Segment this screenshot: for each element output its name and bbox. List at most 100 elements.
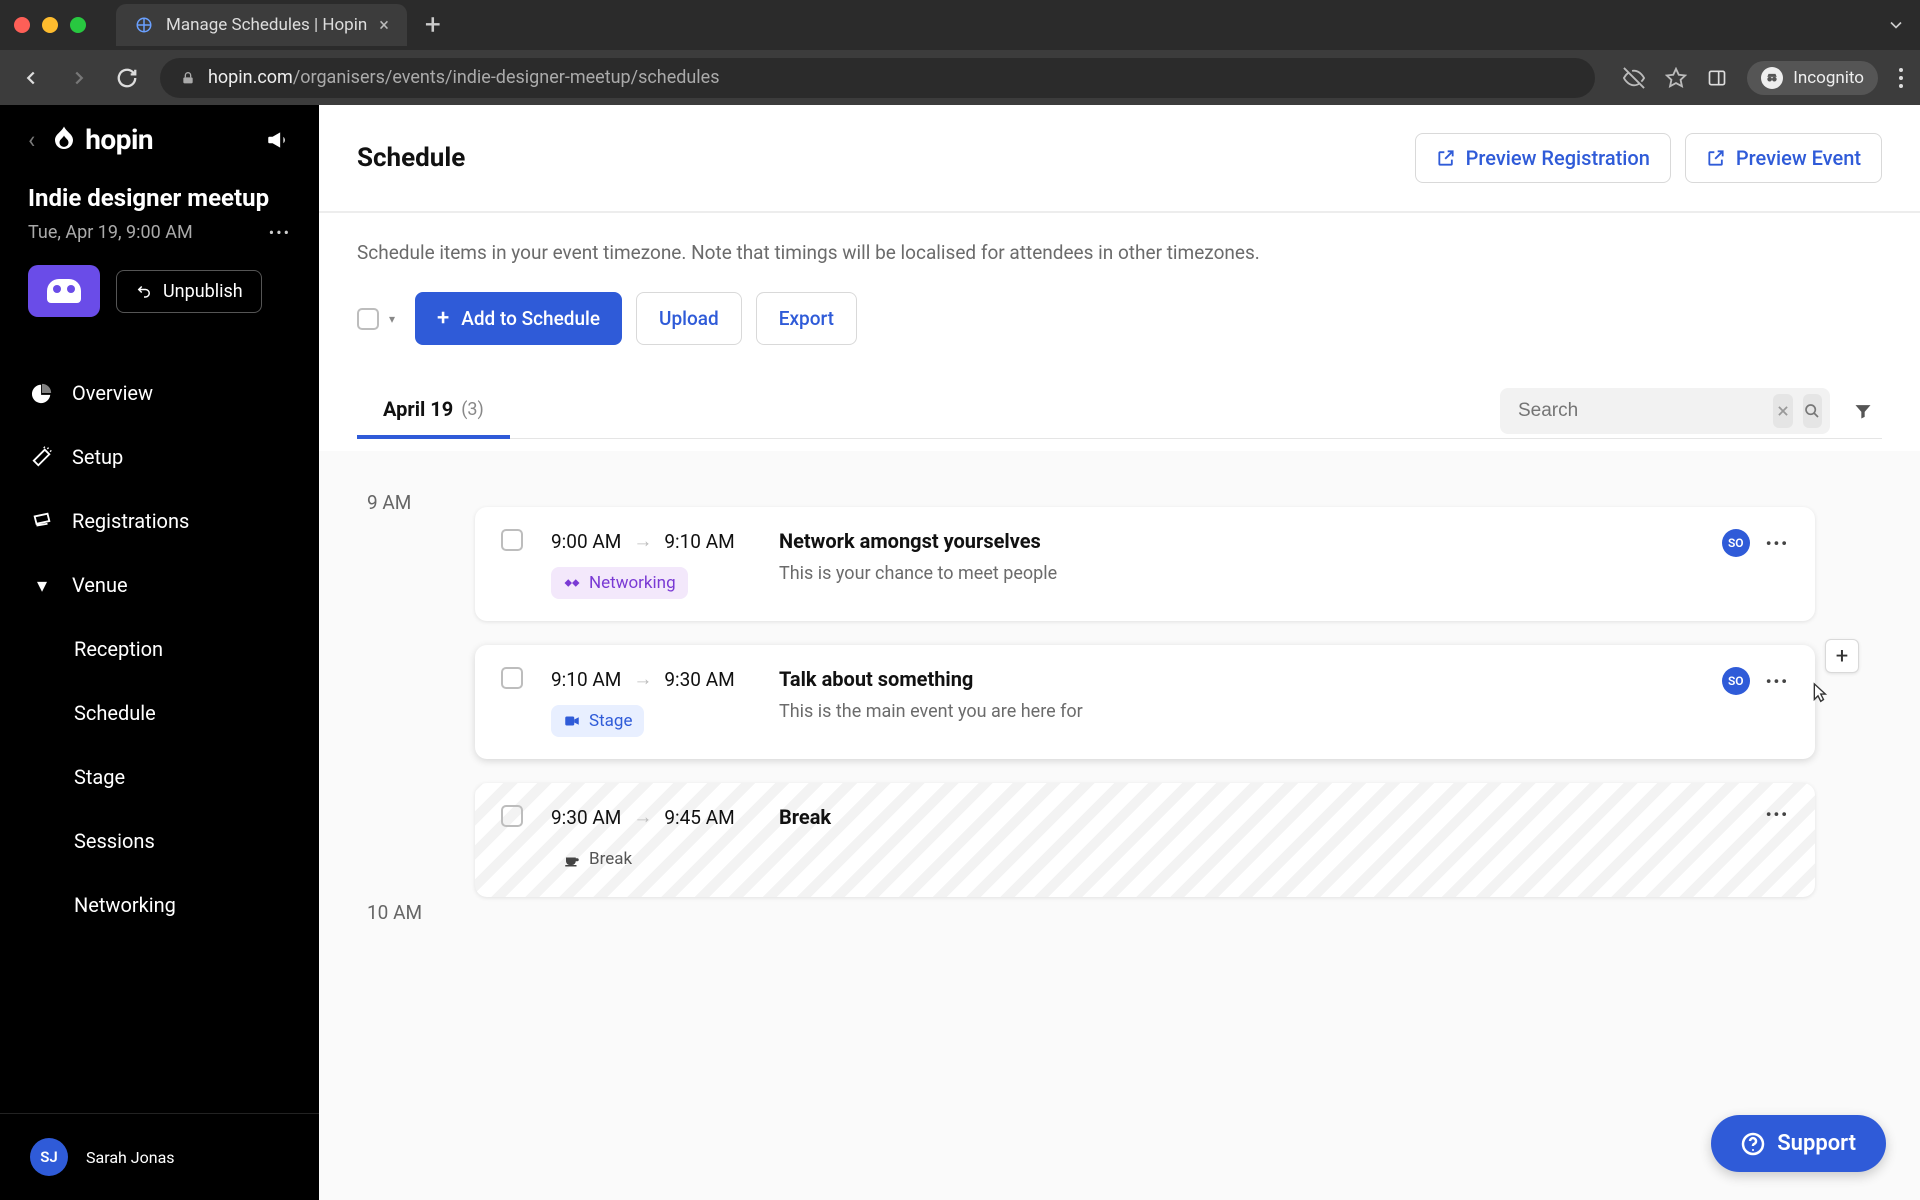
content-wrap: Schedule items in your event timezone. N… bbox=[319, 213, 1920, 451]
sidebar-user[interactable]: SJ Sarah Jonas bbox=[0, 1113, 319, 1200]
plus-icon: + bbox=[437, 306, 449, 331]
browser-chrome: Manage Schedules | Hopin × + hopin.com/o… bbox=[0, 0, 1920, 105]
nav-stage[interactable]: Stage bbox=[0, 745, 319, 809]
session-card[interactable]: 9:30 AM → 9:45 AM Break Break ••• bbox=[475, 783, 1815, 897]
nav-reception[interactable]: Reception bbox=[0, 617, 319, 681]
session-card[interactable]: 9:00 AM → 9:10 AM Networking Network amo… bbox=[475, 507, 1815, 621]
kebab-menu-icon[interactable] bbox=[1898, 67, 1904, 89]
session-checkbox[interactable] bbox=[501, 667, 523, 689]
event-more-icon[interactable]: ••• bbox=[269, 223, 291, 242]
nav-schedule[interactable]: Schedule bbox=[0, 681, 319, 745]
time-label-9am: 9 AM bbox=[367, 491, 411, 514]
page-title: Schedule bbox=[357, 143, 465, 173]
back-button[interactable] bbox=[16, 63, 46, 93]
session-title: Network amongst yourselves bbox=[779, 529, 1694, 553]
sidebar-nav: Overview Setup Registrations ▾ Venue Rec… bbox=[0, 361, 319, 937]
wand-icon bbox=[30, 446, 54, 468]
session-checkbox[interactable] bbox=[501, 529, 523, 551]
incognito-icon bbox=[1761, 67, 1783, 89]
session-checkbox[interactable] bbox=[501, 805, 523, 827]
sidebar: ‹ hopin Indie designer meetup Tue, Apr 1… bbox=[0, 105, 319, 1200]
nav-venue[interactable]: ▾ Venue bbox=[0, 553, 319, 617]
upload-button[interactable]: Upload bbox=[636, 292, 742, 345]
session-start: 9:10 AM bbox=[551, 668, 621, 691]
cursor-icon bbox=[1807, 681, 1829, 707]
maximize-window-icon[interactable] bbox=[70, 17, 86, 33]
tag-break: Break bbox=[551, 843, 644, 875]
minimize-window-icon[interactable] bbox=[42, 17, 58, 33]
tab-close-icon[interactable]: × bbox=[379, 15, 389, 36]
hopin-logo[interactable]: hopin bbox=[49, 123, 153, 156]
tab-bar: Manage Schedules | Hopin × + bbox=[0, 0, 1920, 50]
tab-overflow-icon[interactable] bbox=[1886, 15, 1906, 35]
tab-title: Manage Schedules | Hopin bbox=[166, 15, 367, 35]
help-icon bbox=[1741, 1132, 1765, 1156]
event-icon bbox=[28, 265, 100, 317]
pie-chart-icon bbox=[30, 382, 54, 404]
arrow-right-icon: → bbox=[633, 529, 652, 553]
search-submit-icon[interactable] bbox=[1803, 394, 1823, 428]
event-subtitle: Tue, Apr 19, 9:00 AM bbox=[28, 222, 193, 243]
coffee-icon bbox=[563, 850, 581, 868]
timeline-area: 9 AM 10 AM 9:00 AM → 9:10 AM Networ bbox=[319, 451, 1920, 1200]
nav-networking[interactable]: Networking bbox=[0, 873, 319, 937]
external-link-icon bbox=[1436, 148, 1456, 168]
card-more-icon[interactable]: ••• bbox=[1766, 672, 1789, 691]
browser-tab[interactable]: Manage Schedules | Hopin × bbox=[116, 4, 407, 46]
reload-button[interactable] bbox=[112, 63, 142, 93]
nav-sessions[interactable]: Sessions bbox=[0, 809, 319, 873]
search-clear-icon[interactable] bbox=[1773, 394, 1793, 428]
unpublish-button[interactable]: Unpublish bbox=[116, 270, 262, 313]
card-more-icon[interactable]: ••• bbox=[1766, 534, 1789, 553]
description-text: Schedule items in your event timezone. N… bbox=[357, 241, 1882, 264]
user-name: Sarah Jonas bbox=[86, 1148, 175, 1167]
header-actions: Preview Registration Preview Event bbox=[1415, 133, 1882, 183]
session-end: 9:30 AM bbox=[664, 668, 734, 691]
nav-registrations[interactable]: Registrations bbox=[0, 489, 319, 553]
date-tab[interactable]: April 19 (3) bbox=[357, 383, 510, 439]
nav-overview[interactable]: Overview bbox=[0, 361, 319, 425]
add-to-schedule-button[interactable]: + Add to Schedule bbox=[415, 292, 622, 345]
main-header: Schedule Preview Registration Preview Ev… bbox=[319, 105, 1920, 213]
tag-stage: Stage bbox=[551, 705, 644, 737]
session-end: 9:45 AM bbox=[664, 806, 734, 829]
panel-icon[interactable] bbox=[1707, 68, 1727, 88]
export-button[interactable]: Export bbox=[756, 292, 857, 345]
search-field[interactable] bbox=[1500, 388, 1830, 434]
address-bar: hopin.com/organisers/events/indie-design… bbox=[0, 50, 1920, 105]
preview-event-button[interactable]: Preview Event bbox=[1685, 133, 1882, 183]
select-all-dropdown-icon[interactable]: ▾ bbox=[383, 306, 401, 332]
new-tab-button[interactable]: + bbox=[425, 11, 441, 39]
ticket-icon bbox=[30, 510, 54, 532]
forward-button[interactable] bbox=[64, 63, 94, 93]
url-text: hopin.com/organisers/events/indie-design… bbox=[208, 67, 720, 88]
filter-icon[interactable] bbox=[1844, 392, 1882, 430]
select-all-checkbox[interactable] bbox=[357, 308, 379, 330]
support-button[interactable]: Support bbox=[1711, 1115, 1886, 1172]
megaphone-icon[interactable] bbox=[265, 127, 291, 153]
cards-column: 9:00 AM → 9:10 AM Networking Network amo… bbox=[475, 451, 1815, 897]
incognito-badge[interactable]: Incognito bbox=[1747, 61, 1878, 95]
add-between-button[interactable]: + bbox=[1825, 639, 1859, 673]
session-card[interactable]: 9:10 AM → 9:30 AM Stage Talk about somet… bbox=[475, 645, 1815, 759]
nav-setup[interactable]: Setup bbox=[0, 425, 319, 489]
arrow-right-icon: → bbox=[633, 805, 652, 829]
session-desc: This is your chance to meet people bbox=[779, 563, 1694, 584]
session-start: 9:30 AM bbox=[551, 806, 621, 829]
event-title: Indie designer meetup bbox=[28, 184, 291, 212]
close-window-icon[interactable] bbox=[14, 17, 30, 33]
session-title: Talk about something bbox=[779, 667, 1694, 691]
sidebar-back-icon[interactable]: ‹ bbox=[28, 126, 35, 154]
url-field[interactable]: hopin.com/organisers/events/indie-design… bbox=[160, 58, 1595, 98]
preview-registration-button[interactable]: Preview Registration bbox=[1415, 133, 1671, 183]
star-icon[interactable] bbox=[1665, 67, 1687, 89]
event-block: Indie designer meetup Tue, Apr 19, 9:00 … bbox=[0, 174, 319, 337]
speaker-badge: SO bbox=[1722, 667, 1750, 695]
card-more-icon[interactable]: ••• bbox=[1766, 805, 1789, 824]
eye-off-icon[interactable] bbox=[1623, 67, 1645, 89]
search-input[interactable] bbox=[1518, 400, 1763, 422]
arrow-right-icon: → bbox=[633, 667, 652, 691]
tag-networking: Networking bbox=[551, 567, 688, 599]
session-start: 9:00 AM bbox=[551, 530, 621, 553]
main: Schedule Preview Registration Preview Ev… bbox=[319, 105, 1920, 1200]
